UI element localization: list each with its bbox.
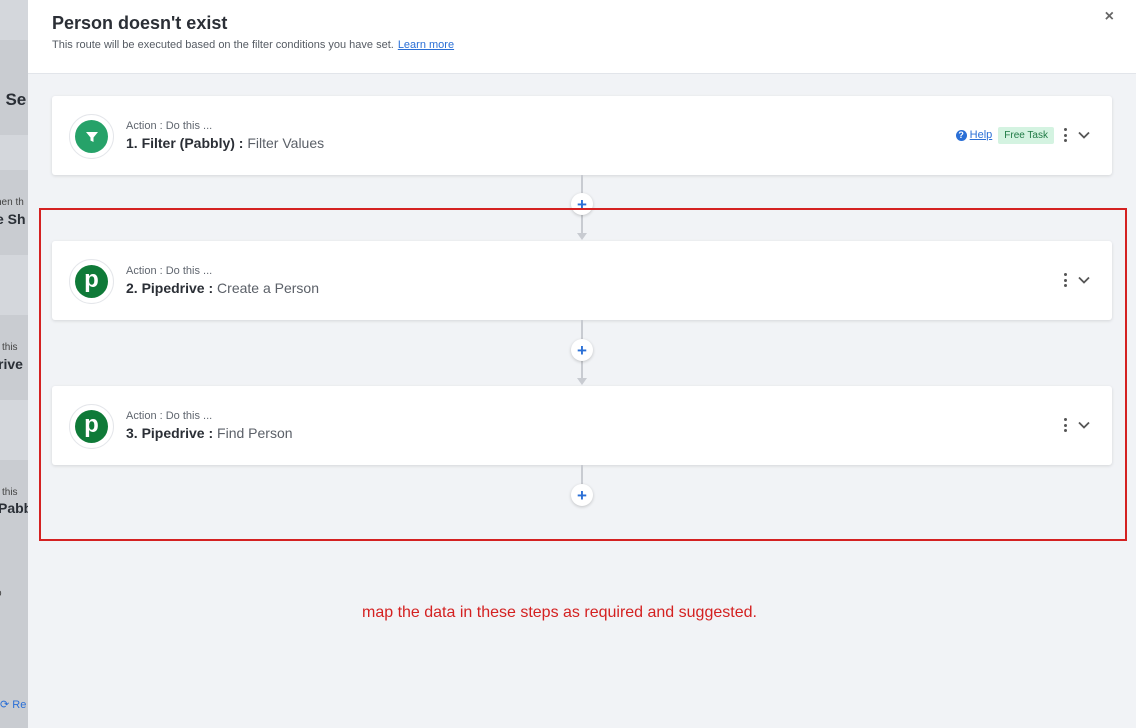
funnel-icon	[85, 131, 98, 142]
help-link[interactable]: ? Help	[955, 129, 993, 141]
bg-strip	[0, 135, 28, 170]
annotation-highlight-box	[39, 208, 1127, 541]
modal-subtitle-text: This route will be executed based on the…	[52, 39, 394, 51]
bg-fragment: Pabb	[0, 500, 28, 516]
learn-more-link[interactable]: Learn more	[398, 39, 454, 51]
modal-subtitle: This route will be executed based on the…	[52, 39, 454, 51]
step-action: Filter Values	[247, 135, 325, 151]
bg-strip	[0, 255, 28, 315]
step-card-filter[interactable]: Action : Do this ... 1. Filter (Pabbly) …	[52, 96, 1112, 175]
bg-fragment: o	[0, 588, 2, 599]
bg-fragment: rive	[0, 356, 23, 372]
bg-strip	[0, 400, 28, 460]
modal-header: Person doesn't exist This route will be …	[28, 0, 1136, 74]
help-icon: ?	[955, 129, 967, 141]
bg-fragment: this	[2, 487, 18, 498]
step-prefix: Action : Do this ...	[126, 120, 213, 132]
filter-icon	[69, 114, 114, 159]
bg-strip	[0, 0, 28, 40]
route-modal: Person doesn't exist This route will be …	[28, 0, 1136, 728]
close-icon[interactable]: ×	[1105, 9, 1114, 25]
annotation-note: map the data in these steps as required …	[362, 604, 757, 621]
filter-icon-badge	[75, 120, 108, 153]
modal-title: Person doesn't exist	[52, 13, 228, 33]
step-app: 1. Filter (Pabbly) :	[126, 135, 244, 151]
bg-fragment: e Sh	[0, 211, 26, 227]
bg-fragment: ⟳ Re	[0, 699, 27, 711]
more-options-icon[interactable]	[1060, 127, 1070, 143]
background-page: l Se hen th e Sh this rive this Pabb o ⟳…	[0, 0, 28, 728]
bg-fragment: hen th	[0, 197, 24, 208]
step-title: 1. Filter (Pabbly) : Filter Values	[126, 135, 324, 151]
help-label: Help	[969, 129, 993, 141]
free-task-badge: Free Task	[998, 126, 1054, 144]
bg-fragment: this	[2, 342, 18, 353]
step-actions: ? Help Free Task	[955, 126, 1092, 144]
bg-fragment: l Se	[0, 90, 27, 109]
chevron-down-icon[interactable]	[1076, 127, 1092, 143]
